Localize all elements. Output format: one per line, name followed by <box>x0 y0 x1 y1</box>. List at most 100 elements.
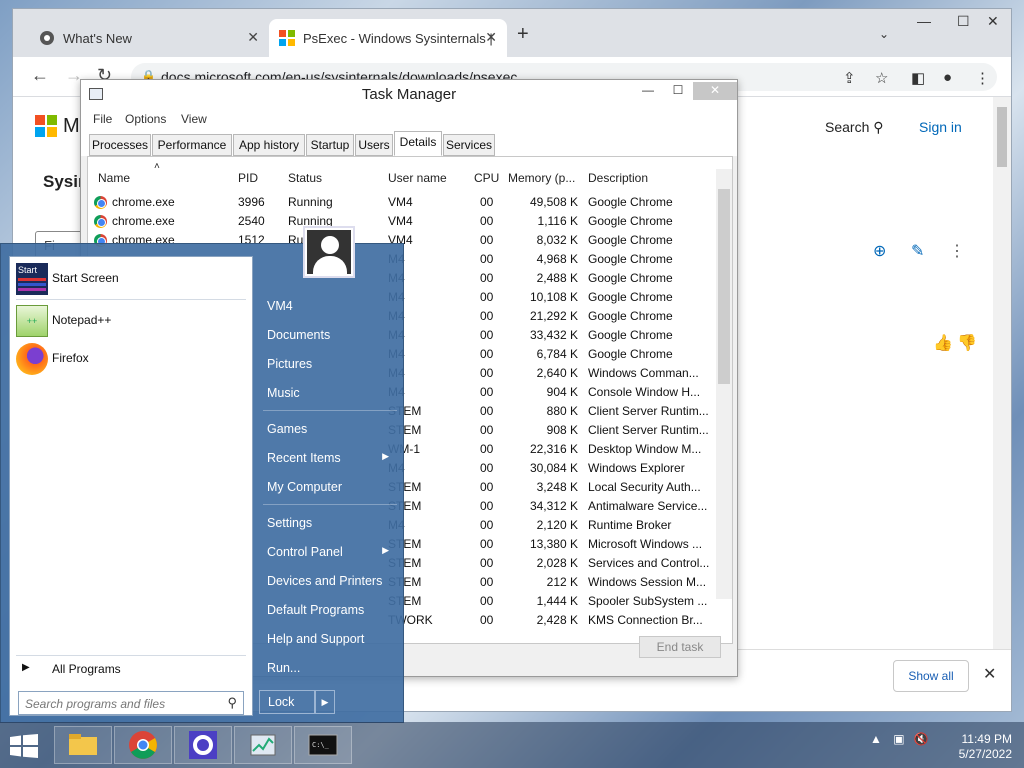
edit-icon[interactable]: ✎ <box>911 241 924 261</box>
close-icon[interactable]: ✕ <box>987 13 999 30</box>
search-placeholder: Search programs and files <box>25 697 166 711</box>
cell-mem: 212 K <box>546 575 578 589</box>
microsoft-logo-icon[interactable] <box>35 115 57 137</box>
show-hidden-icons-icon[interactable]: ▲ <box>870 732 882 746</box>
task-manager-icon[interactable] <box>234 726 292 764</box>
bookmark-star-icon[interactable]: ☆ <box>875 69 888 87</box>
start-link-pictures[interactable]: Pictures <box>259 352 399 376</box>
minimize-icon[interactable]: — <box>917 13 931 29</box>
start-link-recent-items[interactable]: Recent Items ▶ <box>259 446 399 470</box>
col-cpu[interactable]: CPU <box>474 171 499 185</box>
thumbs-down-icon[interactable]: 👎 <box>957 333 977 353</box>
cell-cpu: 00 <box>480 442 494 456</box>
cell-desc: Runtime Broker <box>588 518 672 532</box>
file-explorer-icon[interactable] <box>54 726 112 764</box>
maximize-icon[interactable]: ☐ <box>663 82 693 100</box>
menu-file[interactable]: File <box>93 112 112 126</box>
table-row[interactable]: chrome.exe 3996 Running VM4 00 49,508 K Google… <box>88 193 714 212</box>
windows-start-icon[interactable] <box>10 734 38 758</box>
microsoft-wordmark[interactable]: M <box>63 115 80 138</box>
menu-kebab-icon[interactable]: ⋮ <box>975 69 990 87</box>
table-row[interactable]: chrome.exe 2540 Running VM4 00 1,116 K Google … <box>88 212 714 231</box>
col-memory[interactable]: Memory (p... <box>508 171 575 185</box>
minimize-icon[interactable]: — <box>633 82 663 100</box>
profile-icon[interactable]: ● <box>943 69 952 86</box>
tab-app-history[interactable]: App history <box>233 134 305 156</box>
cell-desc: Windows Session M... <box>588 575 707 589</box>
start-link-default-programs[interactable]: Default Programs <box>259 598 399 622</box>
tab-startup[interactable]: Startup <box>306 134 354 156</box>
table-scrollbar[interactable] <box>716 169 732 599</box>
col-name[interactable]: Name <box>98 171 130 185</box>
clock[interactable]: 11:49 PM 5/27/2022 <box>952 732 1012 762</box>
menu-view[interactable]: View <box>181 112 207 126</box>
start-link-documents[interactable]: Documents <box>259 323 399 347</box>
title-bar[interactable]: Task Manager — ☐ ✕ <box>81 80 737 108</box>
network-icon[interactable]: ▣ <box>893 732 904 746</box>
menu-options[interactable]: Options <box>125 112 166 126</box>
lock-button[interactable]: Lock <box>259 690 315 714</box>
start-link-settings[interactable]: Settings <box>259 511 399 535</box>
tab-users[interactable]: Users <box>355 134 393 156</box>
avatar[interactable] <box>303 226 355 278</box>
chrome-icon <box>94 215 107 228</box>
share-icon[interactable]: ⇪ <box>843 69 856 87</box>
volume-muted-icon[interactable]: 🔇 <box>914 732 929 746</box>
tab-title: PsExec - Windows Sysinternals | <box>303 30 493 46</box>
tab-performance[interactable]: Performance <box>152 134 232 156</box>
thumbs-up-icon[interactable]: 👍 <box>933 333 953 353</box>
cell-mem: 8,032 K <box>536 233 578 247</box>
start-link-help-support[interactable]: Help and Support <box>259 627 399 651</box>
cell-mem: 1,444 K <box>536 594 578 608</box>
start-screen-icon: Start <box>16 263 48 295</box>
tab-processes[interactable]: Processes <box>89 134 151 156</box>
maximize-icon[interactable]: ☐ <box>957 13 970 30</box>
start-link-devices-printers[interactable]: Devices and Printers <box>259 569 399 593</box>
cell-mem: 49,508 K <box>529 195 578 209</box>
col-pid[interactable]: PID <box>238 171 258 185</box>
start-link-user[interactable]: VM4 <box>259 294 399 318</box>
more-options-icon[interactable]: ⋮ <box>949 241 965 261</box>
pinned-start-screen[interactable]: Start Start Screen <box>16 261 246 297</box>
start-link-run[interactable]: Run... <box>259 656 399 680</box>
start-link-my-computer[interactable]: My Computer <box>259 475 399 499</box>
new-tab-icon[interactable]: + <box>517 23 529 46</box>
command-prompt-icon[interactable]: C:\_ <box>294 726 352 764</box>
site-search-link[interactable]: Search ⚲ <box>825 119 884 136</box>
col-description[interactable]: Description <box>588 171 648 185</box>
tab-details[interactable]: Details <box>394 131 442 156</box>
scrollbar-thumb[interactable] <box>718 189 730 384</box>
scrollbar-thumb[interactable] <box>997 107 1007 167</box>
pinned-firefox[interactable]: Firefox <box>16 341 246 377</box>
page-scrollbar[interactable] <box>993 97 1011 653</box>
chrome-icon[interactable] <box>114 726 172 764</box>
tab-services[interactable]: Services <box>443 134 495 156</box>
close-download-bar-icon[interactable]: ✕ <box>983 664 996 684</box>
col-status[interactable]: Status <box>288 171 322 185</box>
tab-search-icon[interactable]: ⌄ <box>879 27 889 41</box>
start-search-input[interactable]: Search programs and files ⚲ <box>18 691 244 715</box>
cell-user: VM4 <box>388 214 413 228</box>
back-icon[interactable]: ← <box>31 65 49 86</box>
start-link-games[interactable]: Games <box>259 417 399 441</box>
cell-name: chrome.exe <box>112 195 175 209</box>
tab-psexec[interactable]: PsExec - Windows Sysinternals | ✕ <box>269 19 507 57</box>
end-task-button[interactable]: End task <box>639 636 721 658</box>
add-collection-icon[interactable]: ⊕ <box>873 241 886 261</box>
start-link-control-panel[interactable]: Control Panel ▶ <box>259 540 399 564</box>
cell-cpu: 00 <box>480 480 494 494</box>
col-user-name[interactable]: User name <box>388 171 447 185</box>
start-link-music[interactable]: Music <box>259 381 399 405</box>
pinned-notepad-plus-plus[interactable]: ++ Notepad++ <box>16 303 246 339</box>
all-programs-button[interactable]: ▶ All Programs <box>16 655 246 677</box>
cell-desc: Google Chrome <box>588 252 673 266</box>
side-panel-icon[interactable]: ◧ <box>911 69 925 87</box>
close-tab-icon[interactable]: ✕ <box>247 29 259 46</box>
sign-in-link[interactable]: Sign in <box>919 119 962 135</box>
close-icon[interactable]: ✕ <box>693 82 737 100</box>
tab-whats-new[interactable]: What's New ✕ <box>29 19 269 57</box>
settings-icon[interactable] <box>174 726 232 764</box>
close-tab-icon[interactable]: ✕ <box>485 29 497 46</box>
shutdown-options-arrow-icon[interactable]: ▶ <box>315 690 335 714</box>
show-all-button[interactable]: Show all <box>893 660 969 692</box>
